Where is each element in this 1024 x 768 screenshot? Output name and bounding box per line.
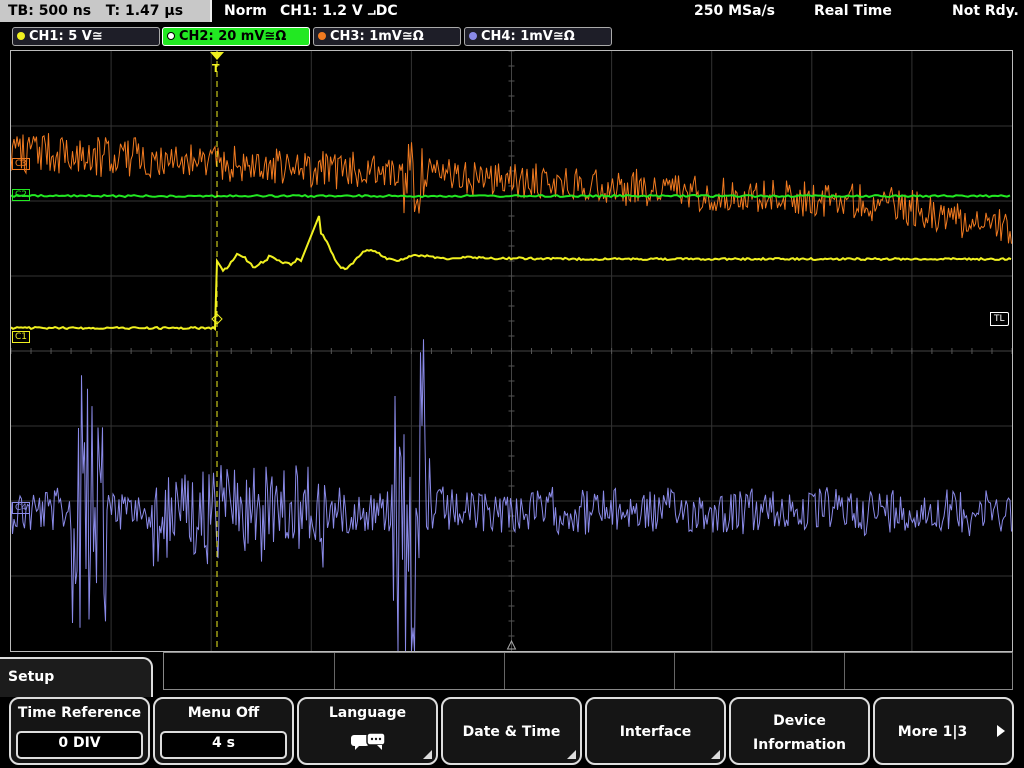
next-page-arrow-icon xyxy=(997,725,1005,737)
waveform-canvas xyxy=(11,51,1012,651)
channel-tab-ch2[interactable]: CH2: 20 mV≅Ω xyxy=(162,27,310,46)
menu-off-label: Menu Off xyxy=(187,705,260,721)
submenu-indicator-icon xyxy=(567,750,576,759)
acquisition-state: Not Rdy. xyxy=(952,3,1019,19)
ch1-offset-marker[interactable]: C1 xyxy=(12,331,31,343)
time-reference-value: 0 DIV xyxy=(16,731,143,759)
channel-tab-ch1[interactable]: CH1: 5 V≅ xyxy=(12,27,160,46)
trigger-time: T: 1.47 µs xyxy=(105,3,184,19)
strip-cell xyxy=(504,653,675,689)
trigger-level-marker[interactable]: TL xyxy=(990,312,1009,326)
softkey-time-reference[interactable]: Time Reference 0 DIV xyxy=(9,697,150,765)
timebase-box[interactable]: TB: 500 ns T: 1.47 µs xyxy=(0,0,212,22)
ch2-dot-icon xyxy=(167,32,175,40)
softkey-date-time[interactable]: Date & Time xyxy=(441,697,582,765)
waveform-display[interactable] xyxy=(10,50,1013,652)
date-time-label: Date & Time xyxy=(462,724,561,740)
ch2-label: CH2: 20 mV≅Ω xyxy=(179,29,287,44)
ch1-dot-icon xyxy=(17,32,25,40)
ch1-label: CH1: 5 V≅ xyxy=(29,29,103,44)
menu-title-tab: Setup xyxy=(0,657,153,697)
ch4-label: CH4: 1mV≅Ω xyxy=(481,29,575,44)
trigger-mode[interactable]: Norm xyxy=(224,0,267,22)
softkey-language[interactable]: Language xyxy=(297,697,438,765)
language-label: Language xyxy=(328,705,407,721)
zoom-strip xyxy=(163,652,1013,690)
speech-bubbles-icon xyxy=(351,732,386,750)
channel-tab-ch3[interactable]: CH3: 1mV≅Ω xyxy=(313,27,461,46)
device-information-line2: Information xyxy=(753,737,846,753)
acquisition-mode: Real Time xyxy=(814,3,892,19)
submenu-indicator-icon xyxy=(711,750,720,759)
softkey-menu-off[interactable]: Menu Off 4 s xyxy=(153,697,294,765)
strip-cell xyxy=(164,653,335,689)
menu-off-value: 4 s xyxy=(160,731,287,759)
more-label: More 1|3 xyxy=(897,724,968,740)
strip-cell xyxy=(334,653,505,689)
ch4-offset-marker[interactable]: C4 xyxy=(12,502,31,514)
softkey-interface[interactable]: Interface xyxy=(585,697,726,765)
softkey-more[interactable]: More 1|3 xyxy=(873,697,1014,765)
trigger-position-marker[interactable]: T xyxy=(210,52,224,75)
ch3-offset-marker[interactable]: C3 xyxy=(12,158,31,170)
channel-tab-ch4[interactable]: CH4: 1mV≅Ω xyxy=(464,27,612,46)
device-information-line1: Device xyxy=(773,713,826,729)
softkey-device-information[interactable]: Device Information xyxy=(729,697,870,765)
ch3-label: CH3: 1mV≅Ω xyxy=(330,29,424,44)
ch2-offset-marker[interactable]: C2 xyxy=(12,189,31,201)
strip-cell xyxy=(674,653,845,689)
status-bar: TB: 500 ns T: 1.47 µs Norm CH1: 1.2 V ⨼D… xyxy=(0,0,1024,24)
ch4-dot-icon xyxy=(469,32,477,40)
trigger-pos-label: T xyxy=(212,62,220,74)
interface-label: Interface xyxy=(619,724,692,740)
time-reference-label: Time Reference xyxy=(17,705,142,721)
trigger-setting[interactable]: CH1: 1.2 V ⨼DC xyxy=(280,0,398,22)
ch3-dot-icon xyxy=(318,32,326,40)
submenu-indicator-icon xyxy=(423,750,432,759)
timebase: TB: 500 ns xyxy=(8,3,92,19)
sample-rate: 250 MSa/s xyxy=(694,3,776,19)
